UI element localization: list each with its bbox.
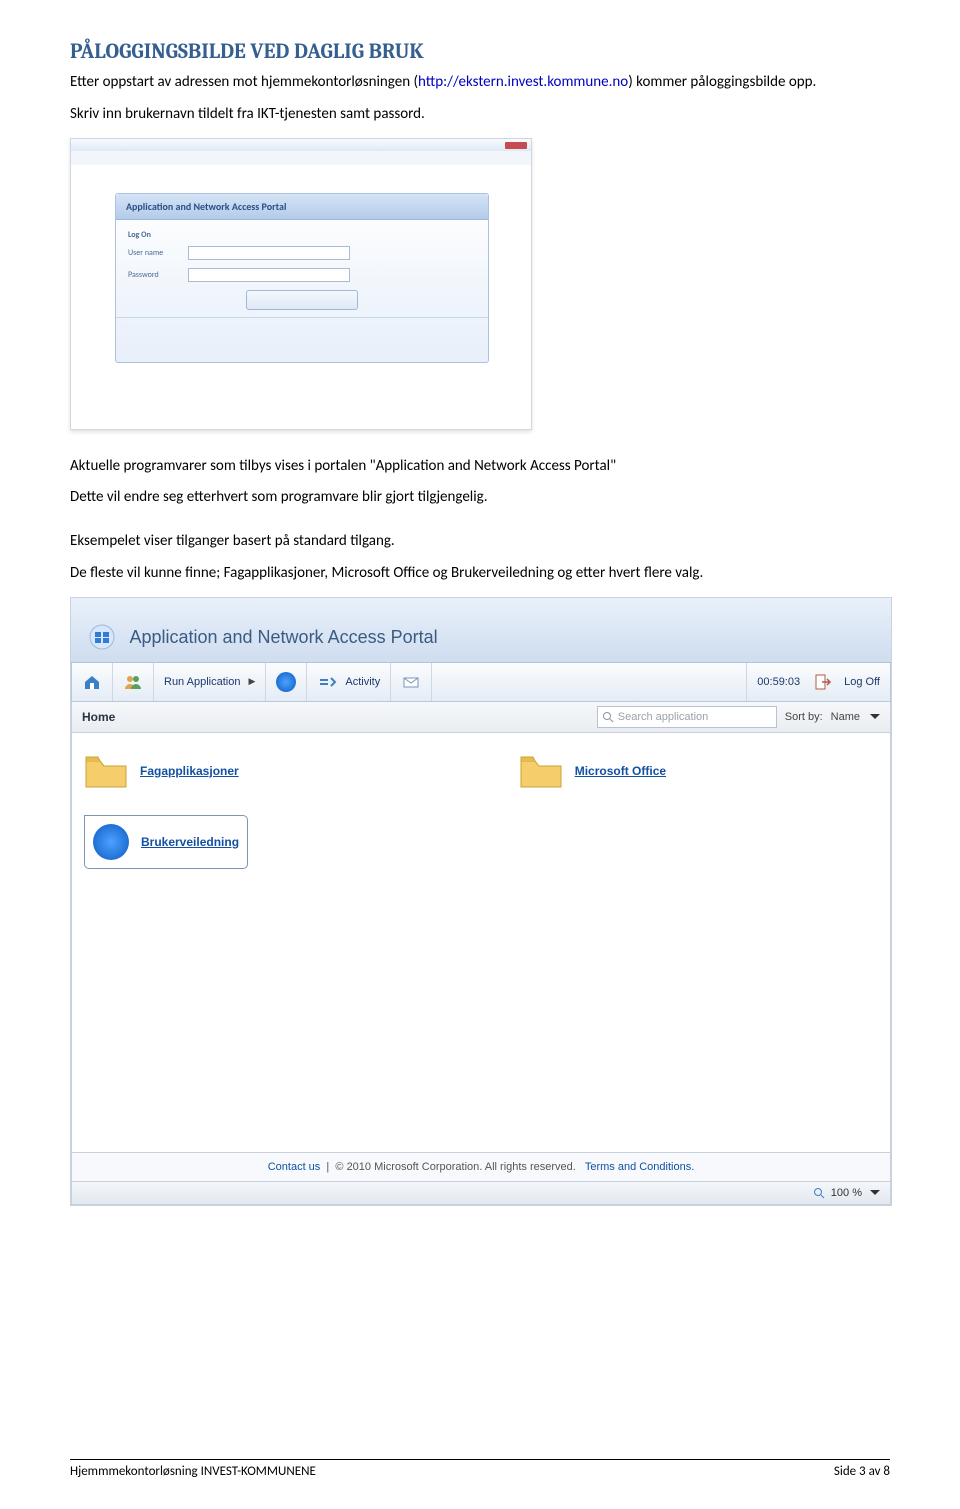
copyright-text: © 2010 Microsoft Corporation. All rights… [335,1161,575,1173]
help-button[interactable] [266,663,307,701]
activity-label: Activity [345,676,380,688]
mail-icon [401,672,421,692]
session-time: 00:59:03 [757,676,800,688]
portal-url-link[interactable]: http://ekstern.invest.kommune.no [418,73,628,91]
portal-toolbar: Run Application ▶ Activity 00:59:03 Log … [71,663,891,702]
portal-screenshot: Application and Network Access Portal Ru… [70,597,892,1206]
login-panel-title: Application and Network Access Portal [116,194,488,220]
contact-us-link[interactable]: Contact us [268,1161,321,1173]
windows-logo-icon [89,624,115,650]
login-logon-label: Log On [128,230,476,240]
terms-link[interactable]: Terms and Conditions. [585,1161,694,1173]
users-icon [123,672,143,692]
intro-paragraph: Etter oppstart av adressen mot hjemmekon… [70,72,890,94]
login-pass-field[interactable] [188,268,350,282]
portal-info-paragraph: Aktuelle programvarer som tilbys vises i… [70,456,890,478]
login-screenshot: Application and Network Access Portal Lo… [70,138,532,430]
mail-button[interactable] [391,663,432,701]
page-footer: Hjemmmekontorløsning INVEST-KOMMUNENE Si… [70,1459,890,1479]
logoff-button[interactable]: Log Off [844,676,880,688]
intro-text-c: ) kommer påloggingsbilde opp. [628,73,816,91]
chevron-right-icon: ▶ [248,676,255,687]
chevron-down-icon[interactable] [870,1190,880,1195]
change-info-paragraph: Dette vil endre seg etterhvert som progr… [70,487,890,509]
app-fagapplikasjoner[interactable]: Fagapplikasjoner [84,751,239,791]
chevron-down-icon[interactable] [870,714,880,719]
home-icon [82,672,102,692]
footer-left: Hjemmmekontorløsning INVEST-KOMMUNENE [70,1464,316,1479]
login-pass-label: Password [128,270,188,280]
login-user-label: User name [128,248,188,258]
login-user-field[interactable] [188,246,350,260]
portal-subbar: Home Search application Sort by: Name [71,702,891,733]
search-icon [602,711,614,723]
activity-button[interactable]: Activity [307,663,391,701]
app-fag-label: Fagapplikasjoner [140,764,239,778]
app-bruker-label: Brukerveiledning [141,835,239,849]
folder-icon [519,751,563,791]
example-paragraph: Eksempelet viser tilganger basert på sta… [70,531,890,553]
activity-icon [317,672,337,692]
users-button[interactable] [113,663,154,701]
page-heading: PÅLOGGINGSBILDE VED DAGLIG BRUK [70,40,890,64]
app-office[interactable]: Microsoft Office [519,751,666,791]
intro-text-a: Etter oppstart av adressen mot hjemmekon… [70,73,418,91]
breadcrumb-home[interactable]: Home [82,710,115,724]
portal-title: Application and Network Access Portal [129,627,437,648]
zoom-bar: 100 % [71,1182,891,1205]
session-info: 00:59:03 Log Off [746,663,890,701]
help-icon [276,672,296,692]
logoff-icon [812,672,832,692]
folder-icon [84,751,128,791]
footer-right: Side 3 av 8 [834,1464,890,1479]
zoom-value: 100 % [831,1187,862,1199]
search-input[interactable]: Search application [597,706,777,728]
apps-paragraph: De fleste vil kunne finne; Fagapplikasjo… [70,563,890,585]
sort-by-value[interactable]: Name [831,711,860,723]
app-brukerveiledning-group: Brukerveiledning [84,815,248,869]
run-application-label: Run Application [164,676,240,688]
portal-content: Fagapplikasjoner Microsoft Office Bruker… [71,733,891,1153]
app-brukerveiledning[interactable]: Brukerveiledning [93,824,239,860]
app-office-label: Microsoft Office [575,764,666,778]
sort-by-label: Sort by: [785,711,823,723]
login-footer [116,317,488,362]
run-application-button[interactable]: Run Application ▶ [154,663,266,701]
home-button[interactable] [72,663,113,701]
login-submit-button[interactable] [246,290,358,310]
help-icon [93,824,129,860]
portal-footer: Contact us | © 2010 Microsoft Corporatio… [71,1153,891,1182]
credentials-paragraph: Skriv inn brukernavn tildelt fra IKT-tje… [70,104,890,126]
zoom-icon [813,1187,825,1199]
search-placeholder: Search application [618,711,709,723]
